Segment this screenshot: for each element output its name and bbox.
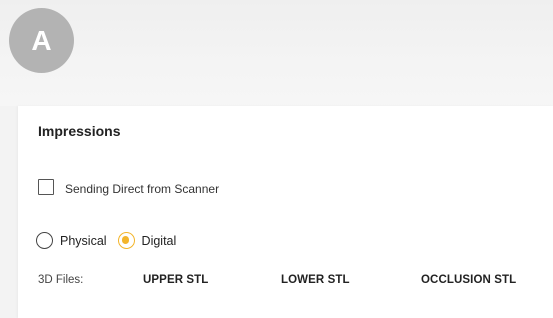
top-band [0,0,553,106]
section-title: Impressions [38,123,121,139]
upper-stl-button[interactable]: UPPER STL [143,274,208,286]
lower-stl-button[interactable]: LOWER STL [281,274,350,286]
direct-scanner-checkbox[interactable] [38,179,54,195]
impression-type-group: Physical Digital [36,232,176,249]
digital-label: Digital [141,233,177,248]
occlusion-stl-button[interactable]: OCCLUSION STL [421,274,516,286]
direct-scanner-option[interactable]: Sending Direct from Scanner [38,178,219,196]
step-badge: A [9,8,74,73]
impressions-panel: Impressions Sending Direct from Scanner … [18,106,553,318]
digital-radio[interactable] [117,232,135,249]
physical-label: Physical [60,233,107,248]
files-label: 3D Files: [38,274,84,286]
step-badge-letter: A [31,24,52,56]
direct-scanner-label: Sending Direct from Scanner [65,182,220,196]
physical-radio[interactable] [36,232,53,249]
